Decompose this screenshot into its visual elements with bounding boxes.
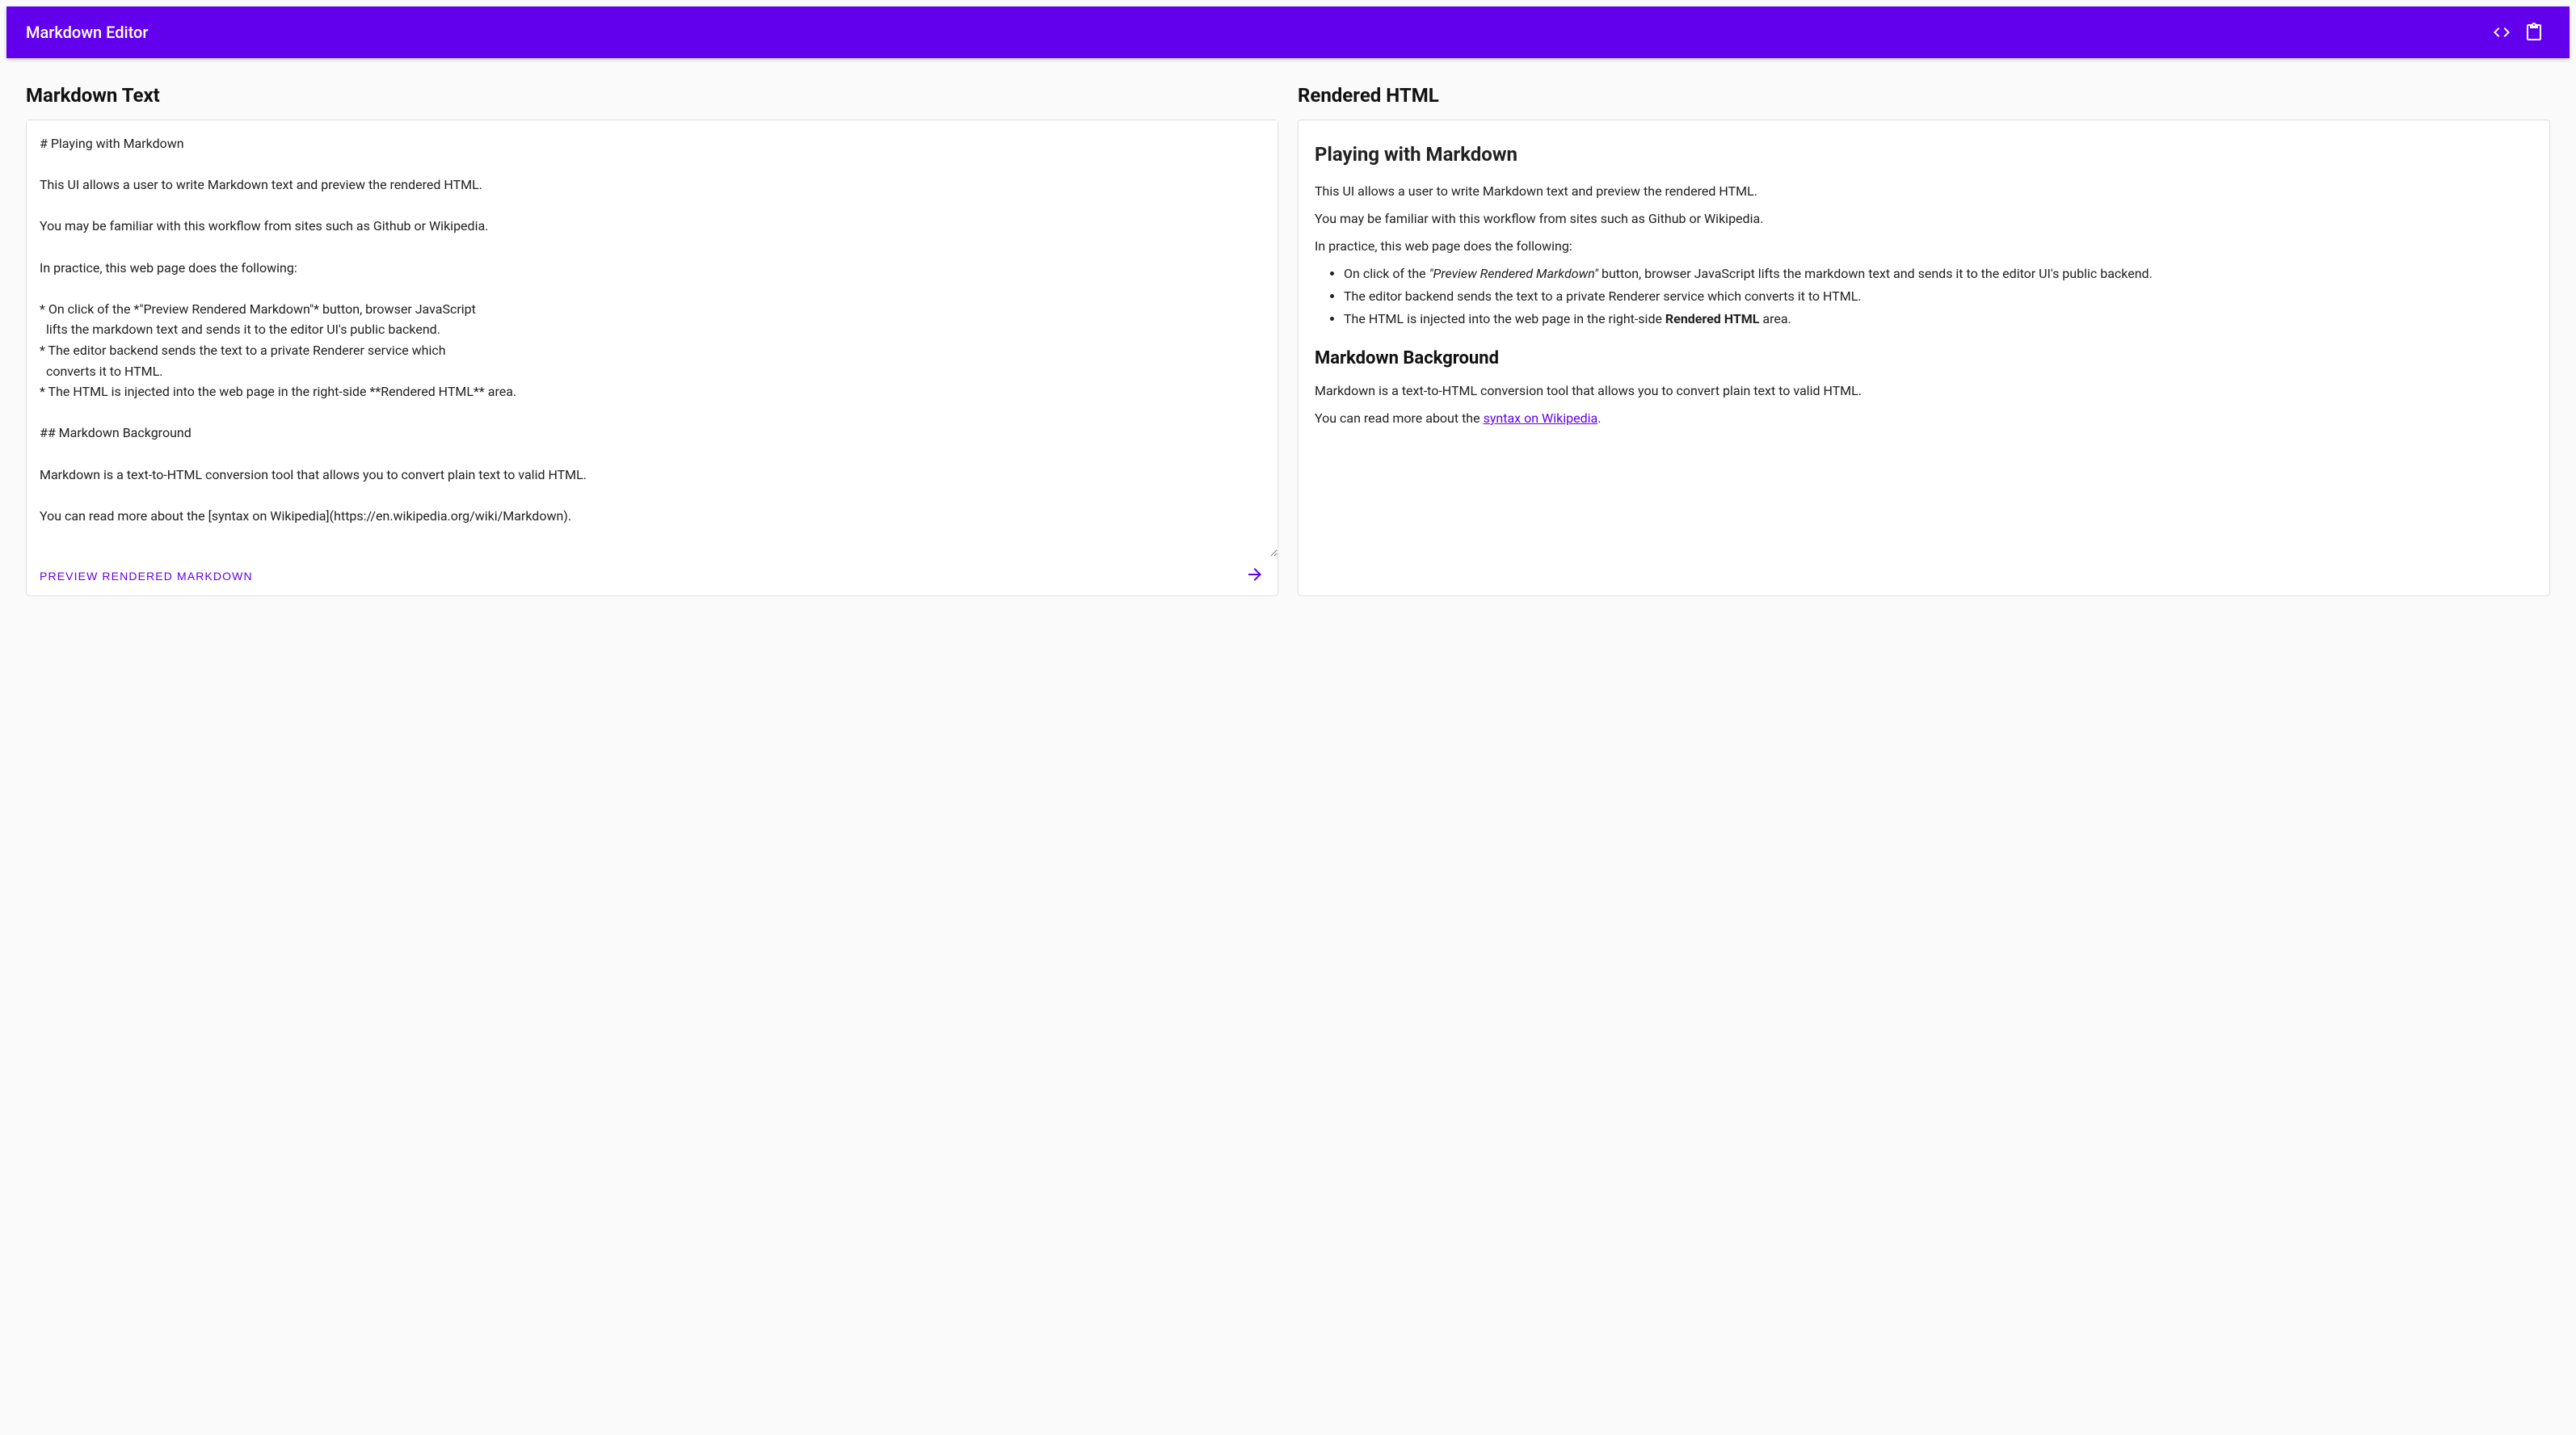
editor-card-actions: Preview Rendered Markdown bbox=[27, 557, 1277, 595]
markdown-textarea[interactable] bbox=[27, 120, 1277, 557]
rendered-list: On click of the "Preview Rendered Markdo… bbox=[1344, 264, 2533, 329]
wikipedia-link[interactable]: syntax on Wikipedia bbox=[1484, 410, 1598, 426]
rendered-card: Playing with Markdown This UI allows a u… bbox=[1298, 120, 2550, 596]
clipboard-icon[interactable] bbox=[2518, 16, 2550, 48]
rendered-p: You can read more about the syntax on Wi… bbox=[1315, 409, 2533, 428]
list-item: The HTML is injected into the web page i… bbox=[1344, 309, 2533, 329]
rendered-p: In practice, this web page does the foll… bbox=[1315, 237, 2533, 256]
rendered-h1: Playing with Markdown bbox=[1315, 140, 2533, 169]
rendered-html-heading: Rendered HTML bbox=[1298, 84, 2550, 107]
app-bar: Markdown Editor bbox=[6, 6, 2570, 58]
rendered-p: Markdown is a text-to-HTML conversion to… bbox=[1315, 381, 2533, 401]
right-column: Rendered HTML Playing with Markdown This… bbox=[1298, 84, 2550, 596]
rendered-output: Playing with Markdown This UI allows a u… bbox=[1299, 120, 2549, 449]
preview-rendered-markdown-button[interactable]: Preview Rendered Markdown bbox=[40, 563, 253, 589]
editor-card: Preview Rendered Markdown bbox=[26, 120, 1278, 596]
rendered-p: You may be familiar with this workflow f… bbox=[1315, 209, 2533, 229]
list-item: On click of the "Preview Rendered Markdo… bbox=[1344, 264, 2533, 284]
code-icon[interactable] bbox=[2486, 16, 2518, 48]
markdown-text-heading: Markdown Text bbox=[26, 84, 1278, 107]
rendered-p: This UI allows a user to write Markdown … bbox=[1315, 182, 2533, 201]
rendered-h2: Markdown Background bbox=[1315, 345, 2533, 372]
arrow-right-icon[interactable] bbox=[1245, 565, 1265, 587]
list-item: The editor backend sends the text to a p… bbox=[1344, 287, 2533, 306]
main-content: Markdown Text Preview Rendered Markdown … bbox=[0, 65, 2576, 616]
left-column: Markdown Text Preview Rendered Markdown bbox=[26, 84, 1278, 596]
app-title: Markdown Editor bbox=[26, 23, 2486, 42]
